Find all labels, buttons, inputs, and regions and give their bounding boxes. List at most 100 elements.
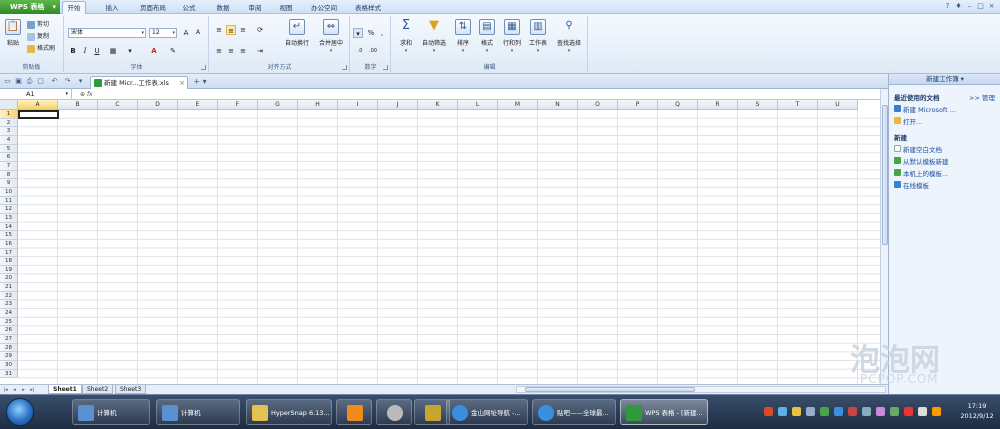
select-all-corner[interactable] [0, 100, 18, 110]
scroll-thumb[interactable] [525, 387, 695, 392]
open-link[interactable]: 打开... [903, 116, 922, 126]
alignment-dialog-launcher-icon[interactable] [342, 65, 347, 70]
format-painter-button[interactable]: 格式刷 [27, 44, 55, 53]
grow-font-icon[interactable]: A [181, 28, 191, 38]
column-header[interactable]: F [218, 100, 258, 110]
font-size-select[interactable]: 12 ▾ [149, 28, 177, 38]
cell-area[interactable] [18, 110, 880, 384]
prev-sheet-icon[interactable]: ◂ [11, 386, 18, 394]
align-bottom-icon[interactable]: ≡ [238, 25, 248, 35]
row-header[interactable]: 24 [0, 309, 18, 318]
row-header[interactable]: 20 [0, 274, 18, 284]
column-header[interactable]: A [18, 100, 58, 110]
row-header[interactable]: 18 [0, 257, 18, 266]
column-header[interactable]: C [98, 100, 138, 110]
new-blank-link[interactable]: 新建空白文档 [903, 144, 942, 154]
start-button[interactable] [6, 398, 34, 426]
clear-format-icon[interactable]: ✎ [168, 46, 178, 56]
row-header[interactable]: 14 [0, 222, 18, 232]
align-right-icon[interactable]: ≡ [238, 46, 248, 56]
decrease-decimal-icon[interactable]: .00 [368, 46, 378, 56]
column-header[interactable]: N [538, 100, 578, 110]
column-header[interactable]: G [258, 100, 298, 110]
tray-qq-icon[interactable] [834, 407, 843, 416]
tab-page-layout[interactable]: 页面布局 [135, 2, 171, 14]
row-header[interactable]: 29 [0, 352, 18, 362]
tray-ime-icon[interactable] [820, 407, 829, 416]
row-header[interactable]: 31 [0, 369, 18, 379]
tray-display-icon[interactable] [862, 407, 871, 416]
tray-security-icon[interactable] [792, 407, 801, 416]
taskbar-item-hypersnap[interactable]: HyperSnap 6.13... [246, 399, 332, 425]
wps-app-button[interactable]: WPS 表格 ▾ [0, 0, 60, 14]
bold-icon[interactable]: B [68, 46, 78, 56]
document-tab[interactable]: 新建 Micr...工作表.xls × [90, 76, 188, 89]
sheet-tab-sheet3[interactable]: Sheet3 [115, 385, 147, 394]
row-header[interactable]: 16 [0, 239, 18, 249]
font-color-icon[interactable]: A [149, 46, 159, 56]
open-folder-icon[interactable]: ▭ [3, 77, 12, 86]
number-dialog-launcher-icon[interactable] [383, 65, 388, 70]
row-header[interactable]: 28 [0, 343, 18, 353]
align-top-icon[interactable]: ≡ [214, 25, 224, 35]
tab-home[interactable]: 开始 [62, 1, 86, 14]
close-tab-icon[interactable]: × [179, 77, 185, 89]
orientation-icon[interactable]: ⟳ [255, 25, 265, 35]
redo-icon[interactable]: ↷ [63, 77, 72, 86]
row-header[interactable]: 2 [0, 118, 18, 128]
tab-review[interactable]: 审阅 [244, 2, 266, 14]
rows-columns-button[interactable]: ▦ 行和列 ▾ [498, 19, 526, 54]
border-icon[interactable]: ▦ [108, 46, 118, 56]
column-header[interactable]: M [498, 100, 538, 110]
formula-input[interactable] [112, 89, 888, 100]
wrap-text-button[interactable]: ↵ 自动换行 [280, 19, 314, 47]
auto-filter-button[interactable]: ▼ 自动筛选 ▾ [418, 19, 450, 55]
taskbar-item-media-player[interactable] [336, 399, 372, 425]
font-dialog-launcher-icon[interactable] [201, 65, 206, 70]
tray-misc-icon[interactable] [890, 407, 899, 416]
taskbar-item-wps[interactable]: WPS 表格 - [新建... [620, 399, 708, 425]
taskbar-item-computer[interactable]: 计算机 [72, 399, 150, 425]
find-select-button[interactable]: ⚲ 查找选择 ▾ [552, 19, 586, 54]
percent-icon[interactable]: % [366, 28, 376, 38]
print-preview-icon[interactable]: ▢ [36, 77, 45, 86]
paste-button[interactable]: 📋 粘贴 [1, 19, 25, 47]
print-icon[interactable]: ⎙ [25, 77, 34, 86]
row-header[interactable]: 21 [0, 283, 18, 292]
align-middle-icon[interactable]: ≡ [226, 25, 236, 35]
merge-center-button[interactable]: ⇔ 合并居中 ▾ [314, 19, 348, 54]
next-sheet-icon[interactable]: ▸ [20, 386, 27, 394]
minimize-icon[interactable]: – [965, 2, 974, 11]
sheet-tab-sheet2[interactable]: Sheet2 [82, 385, 114, 394]
first-sheet-icon[interactable]: |◂ [2, 386, 9, 394]
quick-access-dropdown-icon[interactable]: ▾ [76, 77, 85, 86]
fill-color-icon[interactable]: ▾ [125, 46, 135, 56]
row-header[interactable]: 22 [0, 291, 18, 301]
active-cell[interactable] [18, 110, 59, 119]
column-header[interactable]: T [778, 100, 818, 110]
tray-flag-icon[interactable] [848, 407, 857, 416]
column-header[interactable]: U [818, 100, 858, 110]
row-header[interactable]: 30 [0, 361, 18, 370]
tray-app-icon[interactable] [764, 407, 773, 416]
skin-icon[interactable]: ♦ [954, 2, 963, 11]
column-header[interactable]: D [138, 100, 178, 110]
row-header[interactable]: 26 [0, 326, 18, 336]
tab-view[interactable]: 视图 [275, 2, 297, 14]
cut-button[interactable]: 剪切 [27, 20, 49, 29]
online-templates-link[interactable]: 在线模板 [903, 180, 929, 190]
function-button[interactable]: ⊕ fx [80, 89, 110, 100]
indent-icon[interactable]: ⇥ [255, 46, 265, 56]
column-header[interactable]: Q [658, 100, 698, 110]
column-header[interactable]: O [578, 100, 618, 110]
taskbar-item-browser-tieba[interactable]: 贴吧——全球最... [532, 399, 616, 425]
align-left-icon[interactable]: ≡ [214, 46, 224, 56]
tray-alert-icon[interactable] [904, 407, 913, 416]
system-clock[interactable]: 17:19 2012/9/12 [955, 401, 999, 421]
help-icon[interactable]: ? [943, 2, 952, 11]
row-header[interactable]: 23 [0, 300, 18, 310]
save-icon[interactable]: ▣ [14, 77, 23, 86]
format-button[interactable]: ▤ 格式 ▾ [473, 19, 501, 54]
column-header[interactable]: B [58, 100, 98, 110]
row-header[interactable]: 3 [0, 127, 18, 136]
